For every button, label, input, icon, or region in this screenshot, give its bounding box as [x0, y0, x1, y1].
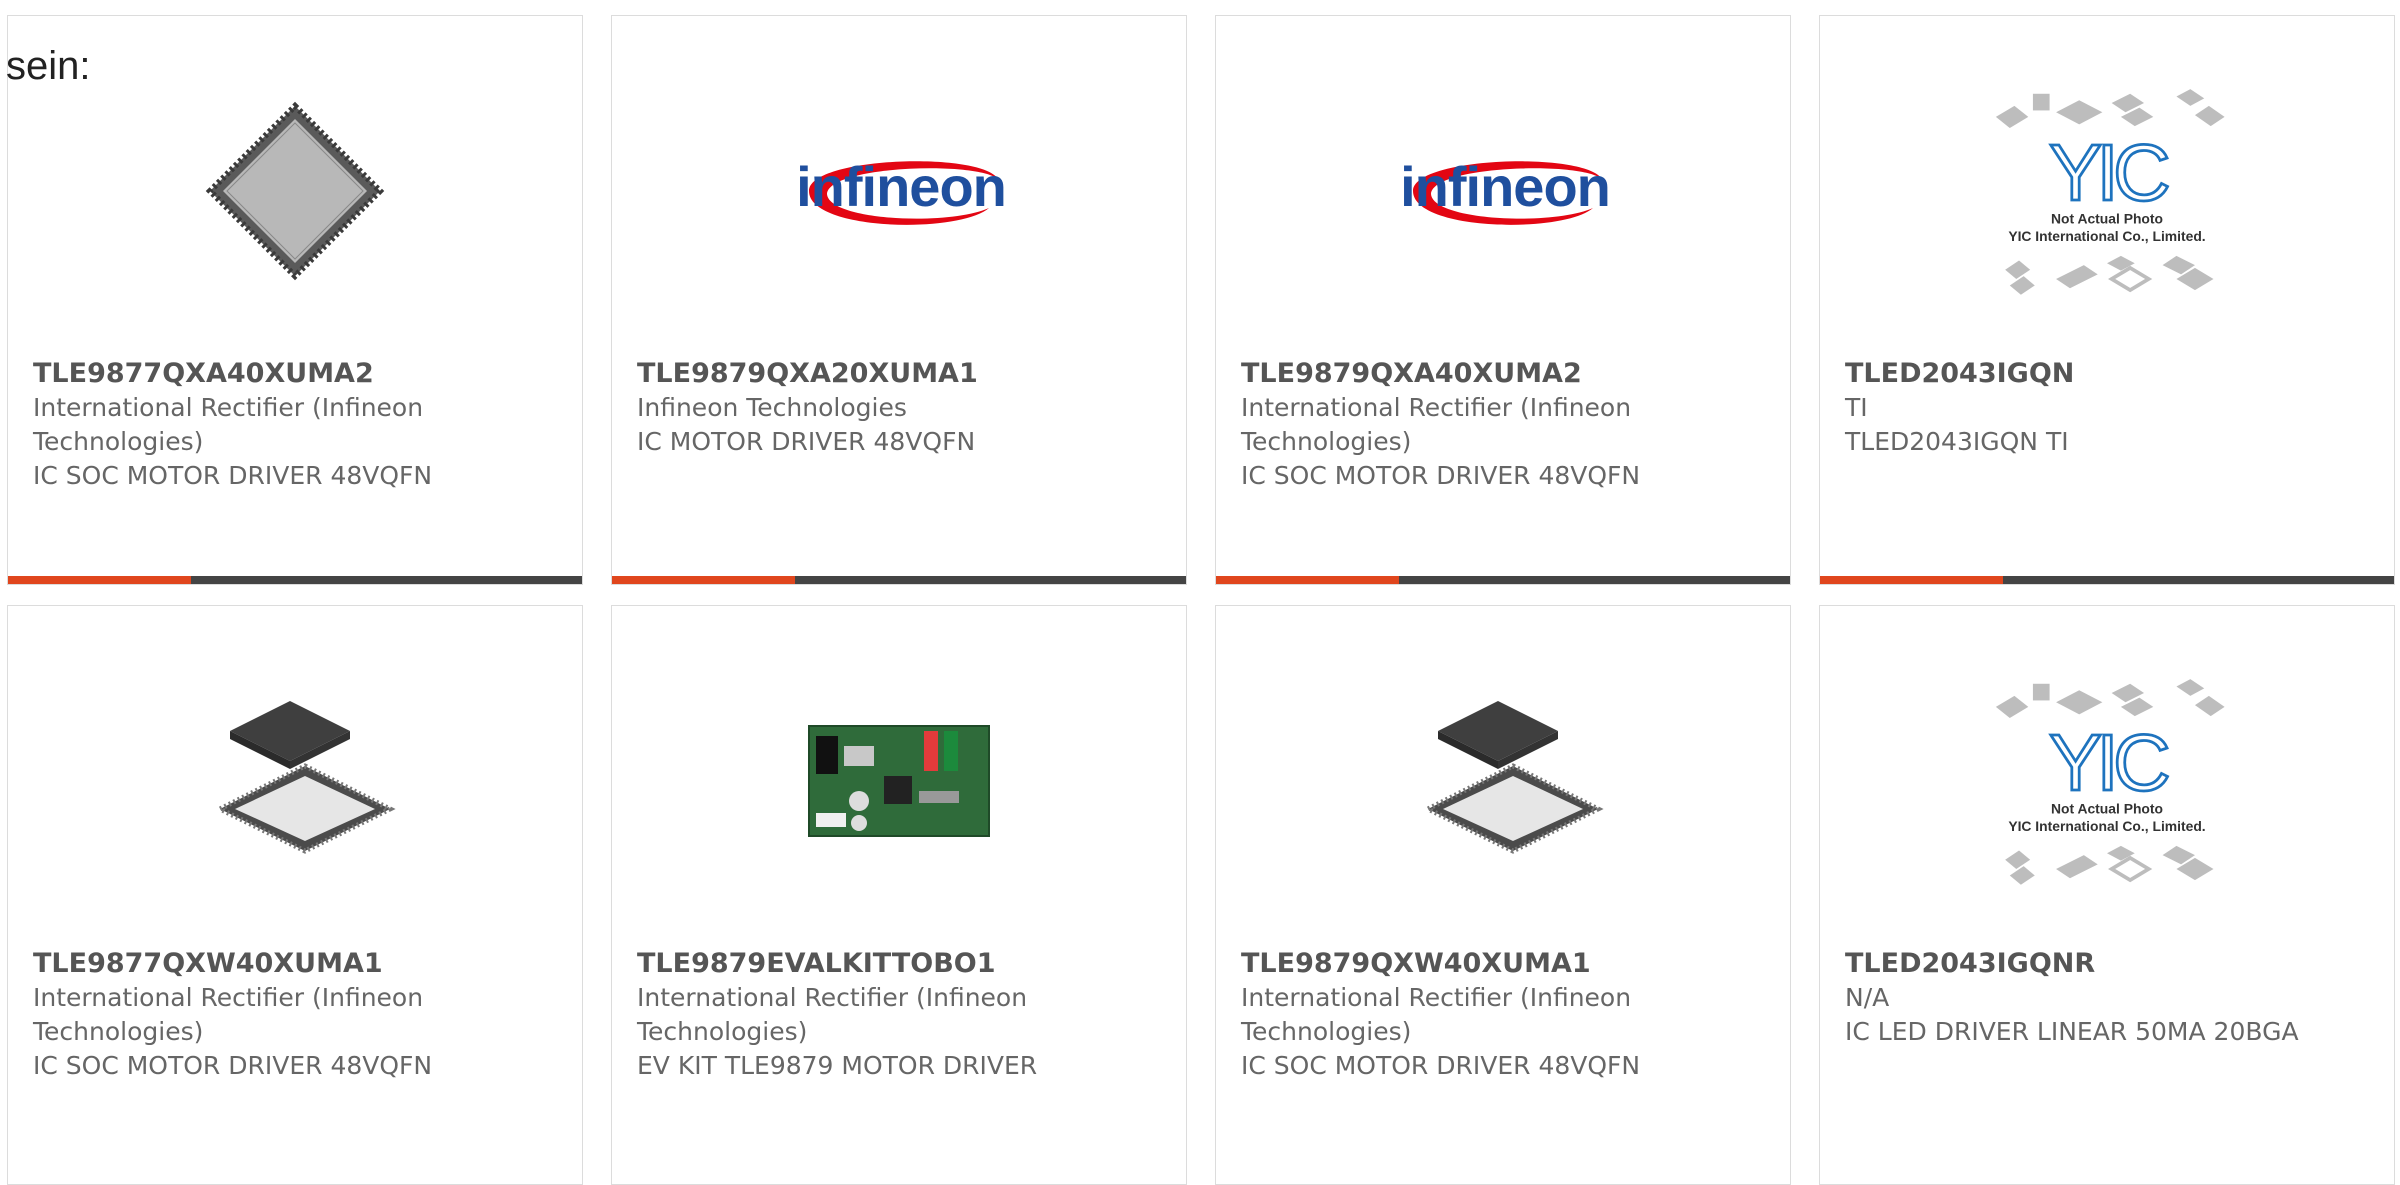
manufacturer: International Rectifier (Infineon Techno… — [1241, 393, 1632, 456]
description: IC SOC MOTOR DRIVER 48VQFN — [33, 1051, 433, 1080]
svg-text:YIC International Co., Limited: YIC International Co., Limited. — [2008, 228, 2205, 244]
product-card[interactable]: TLE9879EVALKITTOBO1 International Rectif… — [611, 605, 1187, 1185]
product-image[interactable] — [170, 81, 420, 301]
card-accent-bar — [612, 576, 795, 584]
description: IC SOC MOTOR DRIVER 48VQFN — [1241, 461, 1641, 490]
manufacturer: TI — [1845, 393, 1868, 422]
card-accent-bar — [1216, 576, 1399, 584]
product-info: TLE9879EVALKITTOBO1 International Rectif… — [637, 947, 1166, 1083]
description: IC MOTOR DRIVER 48VQFN — [637, 427, 976, 456]
part-number-link[interactable]: TLE9879QXA40XUMA2 — [1241, 357, 1770, 391]
yic-placeholder-image: YIC Not Actual Photo YIC International C… — [1995, 679, 2225, 885]
product-card[interactable]: TLE9877QXA40XUMA2 International Rectifie… — [7, 15, 583, 585]
product-info: TLE9877QXW40XUMA1 International Rectifie… — [33, 947, 562, 1083]
product-image[interactable]: YIC Not Actual Photo YIC International C… — [1982, 671, 2232, 891]
product-info: TLE9877QXA40XUMA2 International Rectifie… — [33, 357, 562, 493]
svg-text:infineon: infineon — [1400, 155, 1610, 218]
qfn-chip-top-icon — [205, 101, 385, 281]
product-info: TLE9879QXA20XUMA1 Infineon Technologies … — [637, 357, 1166, 459]
card-accent-bar — [1820, 576, 2003, 584]
card-bottom-bar — [612, 576, 1186, 584]
product-image[interactable]: infineon — [774, 81, 1024, 301]
part-number-link[interactable]: TLE9877QXW40XUMA1 — [33, 947, 562, 981]
infineon-logo: infineon — [1400, 155, 1611, 225]
product-info: TLE9879QXA40XUMA2 International Rectifie… — [1241, 357, 1770, 493]
part-number-link[interactable]: TLED2043IGQN — [1845, 357, 2374, 391]
infineon-logo: infineon — [796, 155, 1007, 225]
description: IC SOC MOTOR DRIVER 48VQFN — [33, 461, 433, 490]
svg-text:YIC: YIC — [2049, 718, 2168, 807]
yic-placeholder-image: YIC Not Actual Photo YIC International C… — [1995, 89, 2225, 295]
page-label: sein: — [6, 44, 91, 88]
description: EV KIT TLE9879 MOTOR DRIVER — [637, 1051, 1038, 1080]
product-card[interactable]: infineon TLE9879QXA20XUMA1 Infineon Tech… — [611, 15, 1187, 585]
product-card[interactable]: YIC Not Actual Photo YIC International C… — [1819, 15, 2395, 585]
product-card[interactable]: TLE9879QXW40XUMA1 International Rectifie… — [1215, 605, 1791, 1185]
svg-text:Not Actual Photo: Not Actual Photo — [2051, 800, 2163, 816]
qfn-chip-pair-icon — [214, 701, 396, 854]
manufacturer: N/A — [1845, 983, 1890, 1012]
eval-board-icon — [808, 725, 990, 837]
part-number-link[interactable]: TLE9879QXW40XUMA1 — [1241, 947, 1770, 981]
product-image[interactable] — [774, 671, 1024, 891]
card-bottom-bar — [8, 576, 582, 584]
description: IC SOC MOTOR DRIVER 48VQFN — [1241, 1051, 1641, 1080]
qfn-chip-pair-icon — [1422, 701, 1604, 854]
product-card[interactable]: YIC Not Actual Photo YIC International C… — [1819, 605, 2395, 1185]
product-info: TLED2043IGQN TI TLED2043IGQN TI — [1845, 357, 2374, 459]
product-card[interactable]: TLE9877QXW40XUMA1 International Rectifie… — [7, 605, 583, 1185]
svg-text:infineon: infineon — [796, 155, 1006, 218]
product-image[interactable] — [170, 671, 420, 891]
description: TLED2043IGQN TI — [1845, 427, 2069, 456]
manufacturer: International Rectifier (Infineon Techno… — [33, 983, 424, 1046]
part-number-link[interactable]: TLE9877QXA40XUMA2 — [33, 357, 562, 391]
description: IC LED DRIVER LINEAR 50MA 20BGA — [1845, 1017, 2299, 1046]
part-number-link[interactable]: TLE9879EVALKITTOBO1 — [637, 947, 1166, 981]
card-accent-bar — [8, 576, 191, 584]
svg-text:YIC International Co., Limited: YIC International Co., Limited. — [2008, 818, 2205, 834]
manufacturer: International Rectifier (Infineon Techno… — [1241, 983, 1632, 1046]
product-image[interactable]: infineon — [1378, 81, 1628, 301]
product-card[interactable]: infineon TLE9879QXA40XUMA2 International… — [1215, 15, 1791, 585]
product-image[interactable]: YIC Not Actual Photo YIC International C… — [1982, 81, 2232, 301]
svg-text:Not Actual Photo: Not Actual Photo — [2051, 210, 2163, 226]
card-bottom-bar — [1216, 576, 1790, 584]
manufacturer: Infineon Technologies — [637, 393, 907, 422]
product-info: TLE9879QXW40XUMA1 International Rectifie… — [1241, 947, 1770, 1083]
part-number-link[interactable]: TLED2043IGQNR — [1845, 947, 2374, 981]
product-info: TLED2043IGQNR N/A IC LED DRIVER LINEAR 5… — [1845, 947, 2374, 1049]
product-image[interactable] — [1378, 671, 1628, 891]
card-bottom-bar — [1820, 576, 2394, 584]
part-number-link[interactable]: TLE9879QXA20XUMA1 — [637, 357, 1166, 391]
manufacturer: International Rectifier (Infineon Techno… — [637, 983, 1028, 1046]
product-grid: TLE9877QXA40XUMA2 International Rectifie… — [0, 0, 2400, 1185]
svg-text:YIC: YIC — [2049, 128, 2168, 217]
manufacturer: International Rectifier (Infineon Techno… — [33, 393, 424, 456]
